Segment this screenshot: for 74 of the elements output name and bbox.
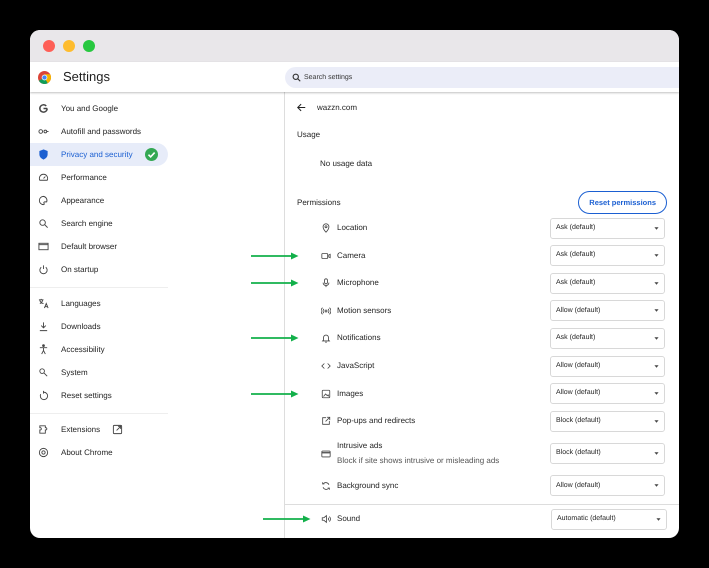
window-icon [321,448,331,458]
caret-icon [654,280,659,286]
close-button[interactable] [43,40,55,52]
browser-logo-icon [38,70,51,84]
permission-label: Intrusive ads [337,440,384,452]
back-button[interactable] [297,103,306,112]
sidebar-item[interactable]: Reset settings [30,384,168,407]
image-icon [321,388,331,399]
caret-icon [654,308,659,314]
caret-icon [654,391,659,396]
page-title: Settings [63,68,111,86]
signal-waves-icon [321,306,331,316]
sidebar-item[interactable]: You and Google [30,97,168,120]
speedometer-icon [38,172,49,183]
google-g-icon [38,103,49,114]
puzzle-icon [38,424,49,435]
power-icon [38,264,49,275]
permission-label: Motion sensors [337,306,392,315]
section-heading: Permissions [297,196,341,209]
speaker-icon [321,514,331,524]
sidebar-item[interactable]: Autofill and passwords [30,120,168,143]
external-link-icon [321,416,331,426]
permission-label: Location [337,223,368,232]
caret-icon [654,451,659,456]
translate-icon [38,298,49,309]
permission-label: JavaScript [337,361,374,370]
shield-icon [38,149,49,160]
caret-icon [654,226,659,231]
caret-icon [654,336,659,341]
caret-icon [656,516,661,522]
usage-text: No usage data [320,158,374,170]
maximize-button[interactable] [83,40,95,52]
caret-icon [654,364,659,369]
external-link-icon [112,424,124,435]
site-name: wazzn.com [317,102,358,114]
permission-label: Sound [337,514,360,524]
sidebar-item[interactable]: About Chrome [30,441,168,464]
sidebar-item[interactable]: Accessibility [30,338,168,361]
sidebar-item[interactable]: On startup [30,258,168,281]
permission-label: Background sync [337,480,398,490]
key-icon [38,126,49,137]
sidebar-item[interactable]: Search engine [30,212,168,235]
permission-label: Microphone [337,278,379,288]
permission-label: Camera [337,250,366,260]
sidebar-item[interactable]: Appearance [30,189,168,212]
video-camera-icon [321,250,331,261]
window-icon [38,241,49,252]
caret-icon [654,418,659,424]
search-icon [38,218,49,229]
location-pin-icon [321,223,331,234]
sidebar-item[interactable]: Default browser [30,235,168,258]
sync-icon [321,480,331,491]
check-badge-icon [145,148,158,161]
person-icon [38,344,49,355]
caret-icon [654,253,659,258]
download-icon [38,321,49,332]
permission-label: Notifications [337,333,381,342]
code-icon [321,361,331,372]
permission-description: Block if site shows intrusive or misleading ads [337,455,500,467]
sidebar-item[interactable]: Extensions [30,418,168,441]
sidebar-item[interactable]: Privacy and security [30,143,168,166]
reset-icon [38,390,49,401]
permission-label: Pop-ups and redirects [337,416,416,426]
sidebar-item[interactable]: System [30,361,168,384]
caret-icon [654,483,659,488]
palette-icon [38,195,49,206]
permission-label: Images [337,388,364,398]
sidebar-item[interactable]: Languages [30,292,168,315]
section-heading: Usage [297,129,322,141]
bell-icon [321,333,331,344]
sidebar-item[interactable]: Performance [30,166,168,189]
minimize-button[interactable] [63,40,75,52]
microphone-icon [321,278,331,288]
sidebar-item[interactable]: Downloads [30,315,168,338]
